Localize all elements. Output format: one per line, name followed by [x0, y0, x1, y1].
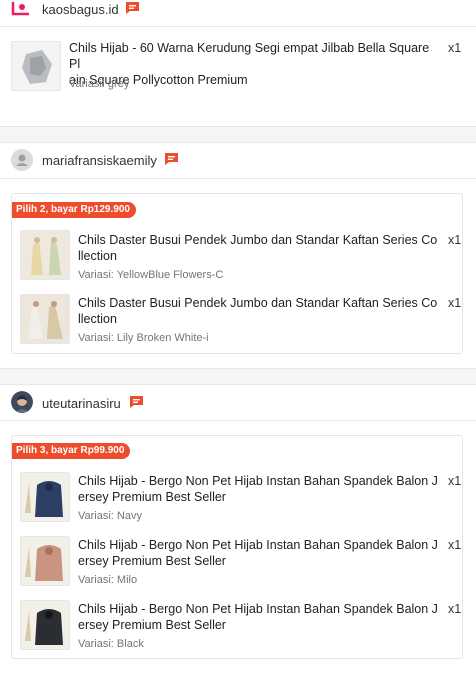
quantity: x1	[448, 233, 462, 247]
product-thumbnail[interactable]	[20, 294, 70, 344]
list-item[interactable]: Chils Hijab - Bergo Non Pet Hijab Instan…	[20, 600, 462, 652]
section-gap	[0, 369, 476, 384]
shop-avatar[interactable]	[11, 149, 33, 171]
quantity: x1	[448, 41, 462, 55]
bundle-deal-badge[interactable]: Pilih 2, bayar Rp129.900	[12, 202, 136, 218]
product-title[interactable]: Chils Hijab - Bergo Non Pet Hijab Instan…	[78, 601, 438, 633]
variant-label: Variasi: Lily Broken White-i	[78, 332, 209, 344]
list-item[interactable]: Chils Hijab - Bergo Non Pet Hijab Instan…	[20, 536, 462, 588]
dress-product-image	[21, 295, 69, 343]
chat-button[interactable]	[129, 395, 144, 414]
chat-icon	[165, 153, 178, 165]
chat-button[interactable]	[164, 152, 179, 171]
product-title[interactable]: Chils Hijab - Bergo Non Pet Hijab Instan…	[78, 473, 438, 505]
list-item[interactable]: Chils Hijab - 60 Warna Kerudung Segi emp…	[11, 40, 466, 92]
hijab-product-image	[21, 601, 69, 649]
list-item[interactable]: Chils Hijab - Bergo Non Pet Hijab Instan…	[20, 472, 462, 524]
user-photo-icon	[11, 391, 33, 413]
divider	[0, 420, 476, 421]
shop-avatar[interactable]	[11, 0, 31, 16]
section-gap	[0, 127, 476, 142]
shop-name[interactable]: uteutarinasiru	[42, 396, 121, 411]
hijab-product-image	[21, 473, 69, 521]
quantity: x1	[448, 474, 462, 488]
variant-label: Variasi: Black	[78, 638, 144, 650]
variant-label: Variasi: grey	[69, 78, 130, 90]
product-thumbnail[interactable]	[20, 230, 70, 280]
bundle-deal-box: Pilih 3, bayar Rp99.900 Chils Hijab - Be…	[11, 435, 463, 659]
dress-product-image	[21, 231, 69, 279]
bundle-deal-badge[interactable]: Pilih 3, bayar Rp99.900	[12, 443, 131, 459]
product-thumbnail[interactable]	[20, 600, 70, 650]
shop-name[interactable]: mariafransiskaemily	[42, 153, 157, 168]
quantity: x1	[448, 602, 462, 616]
shop-name[interactable]: kaosbagus.id	[42, 2, 119, 17]
chat-icon	[126, 2, 139, 14]
quantity: x1	[448, 538, 462, 552]
product-title[interactable]: Chils Hijab - Bergo Non Pet Hijab Instan…	[78, 537, 438, 569]
shop-logo-icon	[11, 0, 31, 16]
divider	[0, 26, 476, 27]
hijab-product-image	[21, 537, 69, 585]
variant-label: Variasi: YellowBlue Flowers-C	[78, 269, 224, 281]
divider	[0, 178, 476, 179]
product-thumbnail[interactable]	[20, 536, 70, 586]
product-title[interactable]: Chils Daster Busui Pendek Jumbo dan Stan…	[78, 295, 438, 327]
shop-avatar[interactable]	[11, 391, 33, 413]
quantity: x1	[448, 296, 462, 310]
chat-icon	[130, 396, 143, 408]
product-thumbnail[interactable]	[11, 41, 61, 91]
default-user-icon	[11, 149, 33, 171]
product-title[interactable]: Chils Daster Busui Pendek Jumbo dan Stan…	[78, 232, 438, 264]
hijab-product-image	[12, 42, 60, 90]
variant-label: Variasi: Milo	[78, 574, 138, 586]
chat-button[interactable]	[125, 1, 140, 20]
list-item[interactable]: Chils Daster Busui Pendek Jumbo dan Stan…	[20, 230, 462, 282]
variant-label: Variasi: Navy	[78, 510, 142, 522]
bundle-deal-box: Pilih 2, bayar Rp129.900 Chils Daster Bu…	[11, 193, 463, 354]
divider	[0, 142, 476, 143]
list-item[interactable]: Chils Daster Busui Pendek Jumbo dan Stan…	[20, 294, 462, 346]
product-thumbnail[interactable]	[20, 472, 70, 522]
divider	[0, 384, 476, 385]
